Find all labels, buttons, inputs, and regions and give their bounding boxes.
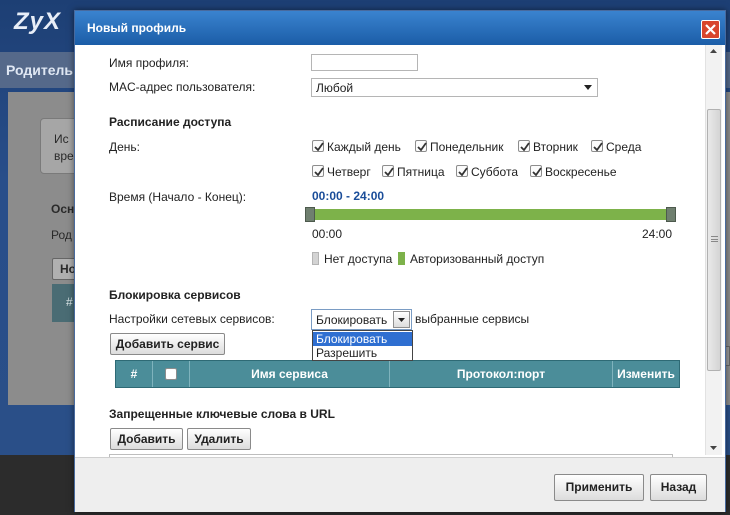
- mac-address-label: MAC-адрес пользователя:: [109, 80, 256, 94]
- background-table-hash: #: [66, 295, 73, 309]
- scrollbar-thumb[interactable]: [707, 109, 721, 371]
- day-checkbox-every-day[interactable]: [312, 140, 324, 152]
- day-label-sunday: Воскресенье: [545, 165, 617, 179]
- day-label-saturday: Суббота: [471, 165, 518, 179]
- day-checkbox-friday[interactable]: [382, 165, 394, 177]
- delete-keyword-button[interactable]: Удалить: [187, 428, 251, 450]
- dialog-titlebar: Новый профиль: [75, 11, 725, 45]
- time-start-handle[interactable]: [305, 207, 315, 222]
- dialog-scrollbar[interactable]: [705, 45, 722, 455]
- network-services-label: Настройки сетевых сервисов:: [109, 312, 275, 326]
- mac-address-select[interactable]: Любой: [311, 78, 598, 97]
- time-end-label: 24:00: [642, 227, 673, 241]
- checkmark-icon: [458, 167, 468, 177]
- day-checkbox-tuesday[interactable]: [518, 140, 530, 152]
- profile-name-label: Имя профиля:: [109, 56, 189, 70]
- background-row-label: Род: [51, 228, 72, 242]
- background-info-line: вре: [54, 149, 74, 163]
- scroll-down-icon[interactable]: [710, 446, 717, 450]
- brand-logo: ZyX: [14, 8, 62, 35]
- select-all-checkbox[interactable]: [165, 368, 177, 380]
- chevron-down-icon: [584, 85, 592, 90]
- dialog-body[interactable]: Имя профиля: MAC-адрес пользователя: Люб…: [75, 45, 725, 457]
- service-mode-suffix: выбранные сервисы: [415, 312, 530, 326]
- day-checkbox-thursday[interactable]: [312, 165, 324, 177]
- checkmark-icon: [417, 142, 427, 152]
- time-end-handle[interactable]: [666, 207, 676, 222]
- mac-address-value: Любой: [316, 81, 354, 95]
- add-keyword-button[interactable]: Добавить: [110, 428, 183, 450]
- close-icon: [705, 24, 716, 35]
- time-range-slider[interactable]: [305, 209, 675, 220]
- column-edit: Изменить: [617, 367, 675, 381]
- chevron-down-icon: [398, 318, 405, 322]
- legend-no-access-swatch: [312, 252, 319, 265]
- dialog-title: Новый профиль: [87, 21, 187, 35]
- apply-button[interactable]: Применить: [554, 474, 644, 501]
- column-select-all: [153, 361, 190, 387]
- service-mode-dropdown-button[interactable]: [393, 311, 410, 328]
- day-checkbox-saturday[interactable]: [456, 165, 468, 177]
- dialog-footer: Применить Назад: [75, 457, 725, 512]
- checkmark-icon: [532, 167, 542, 177]
- day-label-every-day: Каждый день: [327, 140, 401, 154]
- day-label: День:: [109, 140, 141, 154]
- legend-authorized-label: Авторизованный доступ: [410, 252, 545, 266]
- legend-no-access-label: Нет доступа: [324, 252, 393, 266]
- day-label-monday: Понедельник: [430, 140, 504, 154]
- legend-authorized-swatch: [398, 252, 405, 265]
- column-protocol-port: Протокол:порт: [390, 361, 613, 387]
- profile-name-input[interactable]: [311, 54, 418, 71]
- background-info-line: Ис: [54, 132, 69, 146]
- time-range-value: 00:00 - 24:00: [312, 189, 385, 203]
- day-label-tuesday: Вторник: [533, 140, 578, 154]
- checkmark-icon: [593, 142, 603, 152]
- time-label: Время (Начало - Конец):: [109, 190, 247, 204]
- checkmark-icon: [384, 167, 394, 177]
- scroll-up-icon[interactable]: [710, 49, 717, 53]
- checkmark-icon: [520, 142, 530, 152]
- day-label-wednesday: Среда: [606, 140, 642, 154]
- back-button[interactable]: Назад: [650, 474, 707, 501]
- background-section-title: Родитель: [6, 62, 73, 78]
- url-keywords-heading: Запрещенные ключевые слова в URL: [109, 407, 335, 421]
- close-button[interactable]: [701, 20, 720, 39]
- column-number: #: [116, 361, 153, 387]
- service-mode-select[interactable]: Блокировать: [311, 309, 412, 330]
- column-service-name: Имя сервиса: [190, 361, 390, 387]
- service-mode-value: Блокировать: [316, 313, 388, 327]
- option-allow[interactable]: Разрешить: [313, 346, 412, 360]
- schedule-heading: Расписание доступа: [109, 115, 232, 129]
- new-profile-dialog: Новый профиль Имя профиля: MAC-адрес пол…: [74, 10, 726, 512]
- day-checkbox-wednesday[interactable]: [591, 140, 603, 152]
- scrollbar-grip-icon: [711, 236, 718, 242]
- service-mode-options: Блокировать Разрешить: [312, 330, 413, 361]
- background-heading: Осн: [51, 202, 75, 216]
- day-label-thursday: Четверг: [327, 165, 371, 179]
- block-services-heading: Блокировка сервисов: [109, 288, 241, 302]
- checkmark-icon: [314, 142, 324, 152]
- checkmark-icon: [314, 167, 324, 177]
- day-checkbox-monday[interactable]: [415, 140, 427, 152]
- services-table-header: # Имя сервиса Протокол:порт Изменить: [115, 360, 680, 388]
- time-start-label: 00:00: [312, 227, 343, 241]
- add-service-button[interactable]: Добавить сервис: [110, 333, 225, 355]
- option-block[interactable]: Блокировать: [313, 332, 412, 346]
- day-checkbox-sunday[interactable]: [530, 165, 542, 177]
- day-label-friday: Пятница: [397, 165, 445, 179]
